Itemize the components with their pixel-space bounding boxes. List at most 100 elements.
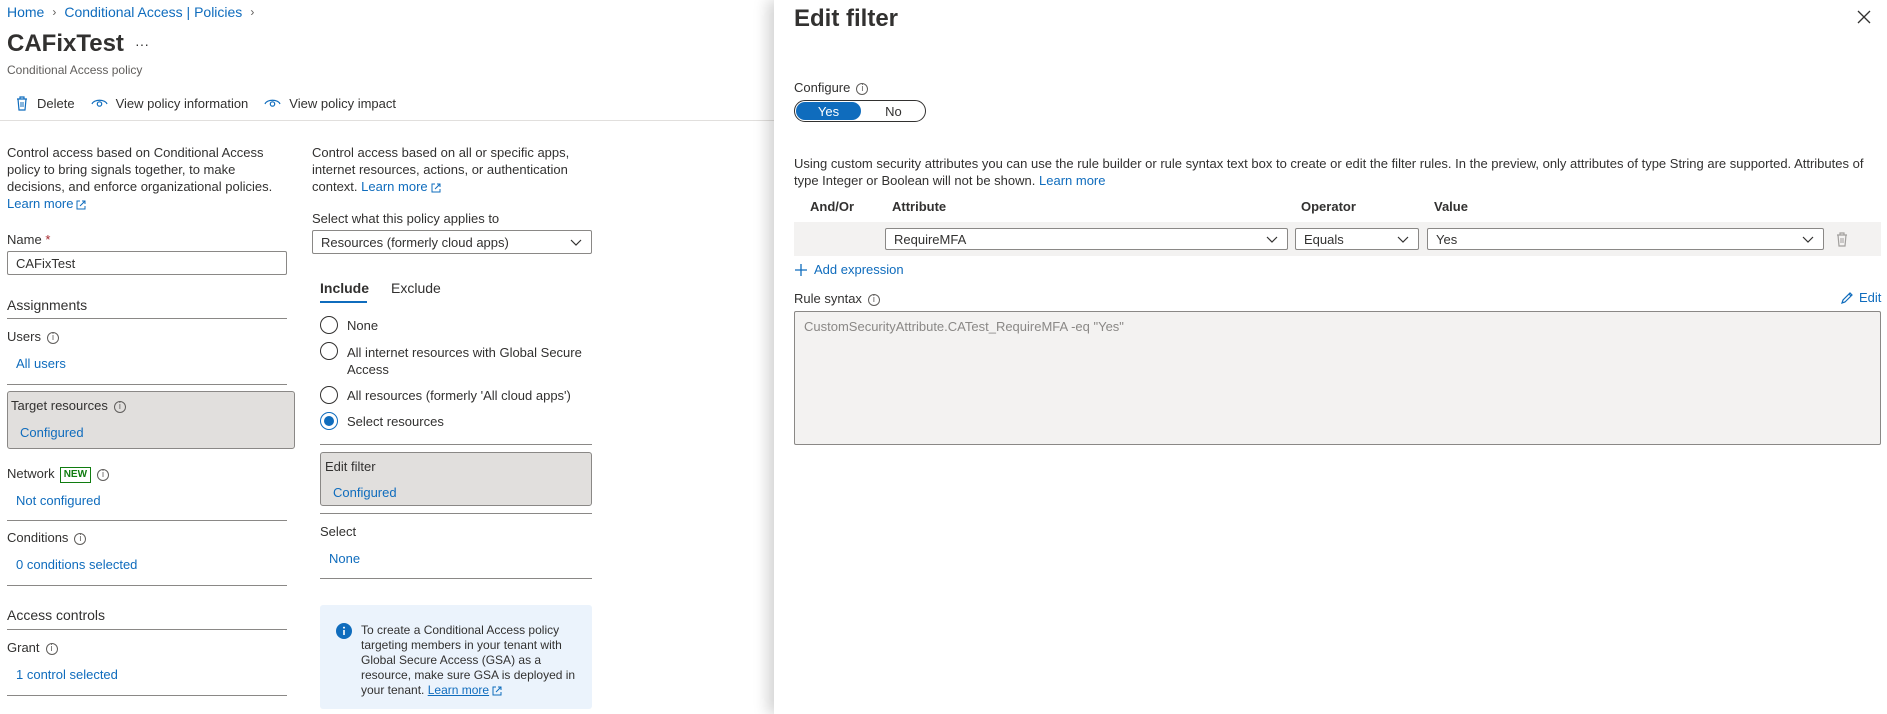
info-icon[interactable]: i (45, 642, 58, 655)
learn-more-label: Learn more (361, 179, 428, 194)
toggle-yes-option[interactable]: Yes (796, 102, 861, 120)
configure-label-text: Configure (794, 80, 851, 95)
chevron-down-icon (1397, 236, 1409, 243)
toolbar-divider (0, 120, 774, 121)
trash-icon (17, 96, 27, 111)
eye-icon (91, 99, 108, 107)
column-and-or: And/Or (810, 199, 855, 214)
target-resources-label-text: Target resources (11, 398, 108, 413)
select-section-value-link[interactable]: None (329, 551, 360, 566)
info-icon[interactable]: i (113, 400, 126, 413)
assignments-heading: Assignments (7, 297, 88, 313)
attribute-value: RequireMFA (894, 231, 967, 247)
edit-filter-panel: Edit filter Configure i Yes No Using cust… (774, 0, 1887, 714)
external-link-icon (76, 200, 86, 210)
tab-include[interactable]: Include (320, 280, 369, 296)
target-resources-value-link[interactable]: Configured (20, 425, 84, 440)
rule-syntax-value: CustomSecurityAttribute.CATest_RequireMF… (804, 319, 1124, 334)
attribute-dropdown[interactable]: RequireMFA (885, 228, 1288, 250)
target-resources-section[interactable]: Target resources i Configured (7, 391, 295, 449)
info-icon[interactable]: i (46, 331, 59, 344)
operator-dropdown[interactable]: Equals (1295, 228, 1419, 250)
required-star: * (45, 232, 51, 247)
learn-more-link[interactable]: Learn more (361, 179, 441, 194)
page-title: CAFixTest (7, 30, 124, 57)
breadcrumb: Home › Conditional Access | Policies › (7, 4, 254, 20)
radio-all-resources[interactable] (320, 386, 338, 404)
conditions-label-text: Conditions (7, 530, 69, 545)
gsa-info-box: To create a Conditional Access policy ta… (320, 605, 592, 709)
radio-all-internet-resources[interactable] (320, 342, 338, 360)
applies-to-label: Select what this policy applies to (312, 211, 500, 226)
chevron-down-icon (1802, 236, 1814, 243)
view-policy-information-label: View policy information (115, 95, 249, 111)
trash-icon[interactable] (1835, 231, 1849, 247)
learn-more-label: Learn more (7, 196, 74, 211)
page-subtitle: Conditional Access policy (7, 63, 143, 77)
info-icon[interactable]: i (97, 468, 110, 481)
operator-value: Equals (1304, 231, 1344, 247)
column-operator: Operator (1301, 199, 1356, 214)
toggle-no-option[interactable]: No (862, 101, 925, 121)
delete-label: Delete (37, 95, 75, 111)
panel-title: Edit filter (794, 5, 899, 32)
delete-button[interactable]: Delete (15, 95, 75, 111)
conditions-value-link[interactable]: 0 conditions selected (16, 557, 137, 572)
filter-description-text: Using custom security attributes you can… (794, 156, 1864, 188)
value-dropdown[interactable]: Yes (1427, 228, 1824, 250)
more-options-button[interactable]: ··· (135, 36, 149, 52)
breadcrumb-home-link[interactable]: Home (7, 4, 44, 20)
edit-filter-section[interactable]: Edit filter Configured (320, 452, 592, 506)
info-icon[interactable]: i (867, 293, 880, 306)
info-icon[interactable]: i (74, 532, 87, 545)
select-section-divider (320, 578, 592, 579)
select-section-label: Select (320, 524, 357, 539)
users-value-link[interactable]: All users (16, 356, 66, 371)
applies-to-dropdown[interactable]: Resources (formerly cloud apps) (312, 230, 592, 254)
tab-exclude[interactable]: Exclude (391, 280, 441, 296)
new-badge: NEW (59, 466, 92, 483)
grant-divider (7, 695, 287, 696)
radio-all-resources-label: All resources (formerly 'All cloud apps'… (347, 388, 571, 403)
conditions-label: Conditions i (7, 530, 87, 545)
add-expression-button[interactable]: Add expression (794, 262, 904, 277)
edit-filter-value-link[interactable]: Configured (333, 485, 397, 500)
name-field[interactable]: CAFixTest (7, 251, 287, 275)
rule-syntax-textbox: CustomSecurityAttribute.CATest_RequireMF… (794, 311, 1881, 445)
conditions-divider (7, 585, 287, 586)
learn-more-link[interactable]: Learn more (428, 683, 489, 697)
breadcrumb-policies-link[interactable]: Conditional Access | Policies (64, 4, 242, 20)
edit-rule-syntax-button[interactable]: Edit (1840, 290, 1881, 305)
grant-value-link[interactable]: 1 control selected (16, 667, 118, 682)
access-controls-divider (7, 629, 287, 630)
close-icon[interactable] (1857, 10, 1871, 24)
add-expression-label: Add expression (814, 262, 904, 277)
network-label-text: Network (7, 466, 55, 481)
chevron-right-icon: › (52, 5, 57, 19)
view-policy-information-button[interactable]: View policy information (91, 95, 249, 111)
filter-rule-row: RequireMFA Equals Yes (794, 222, 1881, 256)
radio-select-resources[interactable] (320, 412, 338, 430)
filter-description: Using custom security attributes you can… (794, 155, 1874, 189)
info-icon[interactable]: i (856, 82, 869, 95)
radio-none[interactable] (320, 316, 338, 334)
rule-syntax-label: Rule syntax i (794, 291, 880, 306)
policy-description-text: Control access based on Conditional Acce… (7, 145, 273, 194)
learn-more-link[interactable]: Learn more (1039, 173, 1105, 188)
name-label: Name * (7, 232, 50, 247)
policy-description: Control access based on Conditional Acce… (7, 144, 287, 212)
edit-filter-divider (320, 513, 592, 514)
radio-all-internet-resources-label: All internet resources with Global Secur… (347, 345, 582, 377)
column-value: Value (1434, 199, 1468, 214)
tab-include-underline (320, 301, 367, 303)
chevron-down-icon (570, 239, 582, 246)
learn-more-link[interactable]: Learn more (7, 196, 86, 211)
view-policy-impact-label: View policy impact (289, 95, 396, 111)
name-label-text: Name (7, 232, 42, 247)
chevron-down-icon (1266, 236, 1278, 243)
value-value: Yes (1436, 231, 1458, 247)
view-policy-impact-button[interactable]: View policy impact (264, 96, 396, 111)
configure-toggle[interactable]: Yes No (794, 100, 926, 122)
network-value-link[interactable]: Not configured (16, 493, 101, 508)
users-label-text: Users (7, 329, 41, 344)
